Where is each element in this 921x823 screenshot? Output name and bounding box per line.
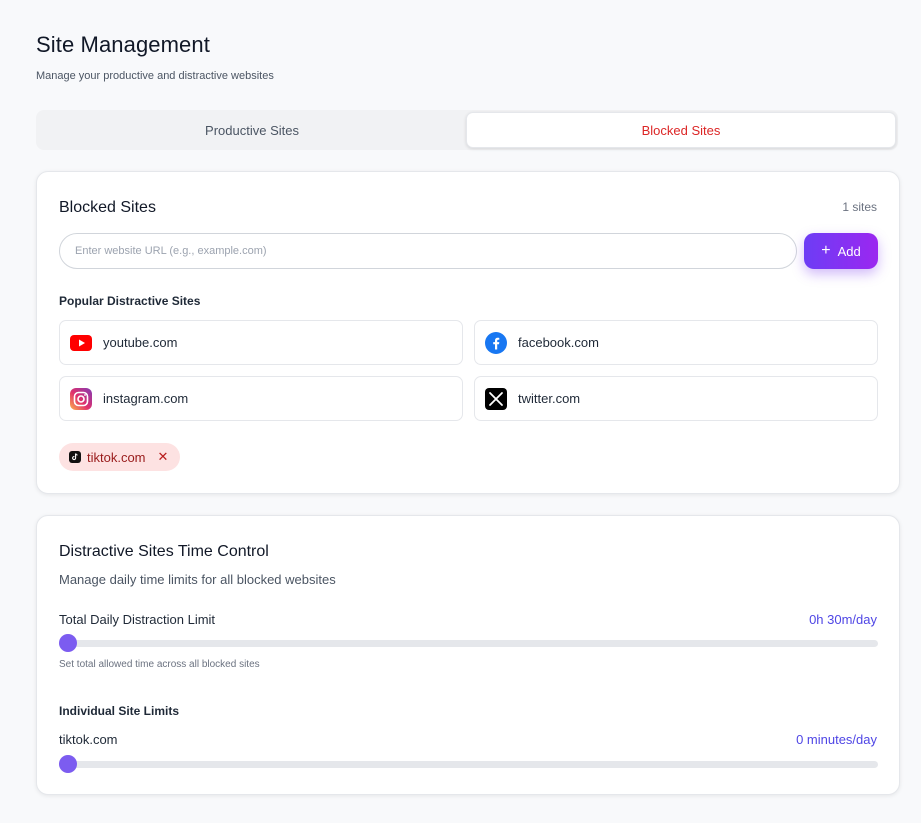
slider-thumb[interactable]	[59, 634, 77, 652]
tab-productive-sites[interactable]: Productive Sites	[38, 112, 466, 148]
popular-sites-title: Popular Distractive Sites	[59, 294, 201, 308]
popular-site-label: youtube.com	[103, 335, 178, 350]
total-limit-label: Total Daily Distraction Limit	[59, 612, 216, 627]
youtube-icon	[70, 332, 92, 354]
blocked-sites-count: 1 sites	[842, 200, 877, 214]
plus-icon: +	[821, 242, 831, 259]
site-limit-slider[interactable]	[59, 755, 878, 773]
tiktok-icon	[69, 451, 81, 463]
website-url-input[interactable]	[59, 233, 797, 269]
facebook-icon	[485, 331, 507, 354]
popular-site-label: facebook.com	[518, 335, 599, 350]
popular-site-twitter[interactable]: twitter.com	[474, 376, 878, 421]
popular-site-instagram[interactable]: instagram.com	[59, 376, 463, 421]
page-subtitle: Manage your productive and distractive w…	[36, 70, 274, 82]
blocked-sites-title: Blocked Sites	[59, 199, 156, 216]
total-limit-hint: Set total allowed time across all blocke…	[59, 659, 260, 670]
page-header: Site Management Manage your productive a…	[36, 32, 274, 82]
x-twitter-icon	[485, 387, 507, 410]
add-button-label: Add	[837, 243, 861, 259]
popular-site-facebook[interactable]: facebook.com	[474, 320, 878, 365]
instagram-icon	[70, 387, 92, 410]
popular-site-label: twitter.com	[518, 391, 581, 406]
add-site-button[interactable]: + Add	[804, 233, 878, 269]
tab-blocked-sites[interactable]: Blocked Sites	[466, 112, 896, 148]
site-limit-value: 0 minutes/day	[796, 732, 877, 747]
page-title: Site Management	[36, 32, 210, 57]
time-control-subtitle: Manage daily time limits for all blocked…	[59, 572, 336, 587]
blocked-sites-card: Blocked Sites 1 sites + Add Popular Dist…	[36, 171, 900, 494]
total-limit-value: 0h 30m/day	[809, 612, 877, 627]
slider-thumb[interactable]	[59, 755, 77, 773]
popular-site-label: instagram.com	[103, 391, 189, 406]
remove-site-icon[interactable]: ✕	[158, 449, 169, 465]
total-limit-slider[interactable]	[59, 634, 878, 652]
popular-site-youtube[interactable]: youtube.com	[59, 320, 463, 365]
blocked-site-chip: tiktok.com ✕	[59, 443, 181, 471]
time-control-title: Distractive Sites Time Control	[59, 543, 269, 560]
time-control-card: Distractive Sites Time Control Manage da…	[36, 515, 900, 795]
site-limit-label: tiktok.com	[59, 732, 118, 747]
individual-limits-title: Individual Site Limits	[59, 704, 180, 718]
blocked-site-label: tiktok.com	[87, 449, 146, 465]
site-tabs: Productive Sites Blocked Sites	[36, 110, 898, 150]
